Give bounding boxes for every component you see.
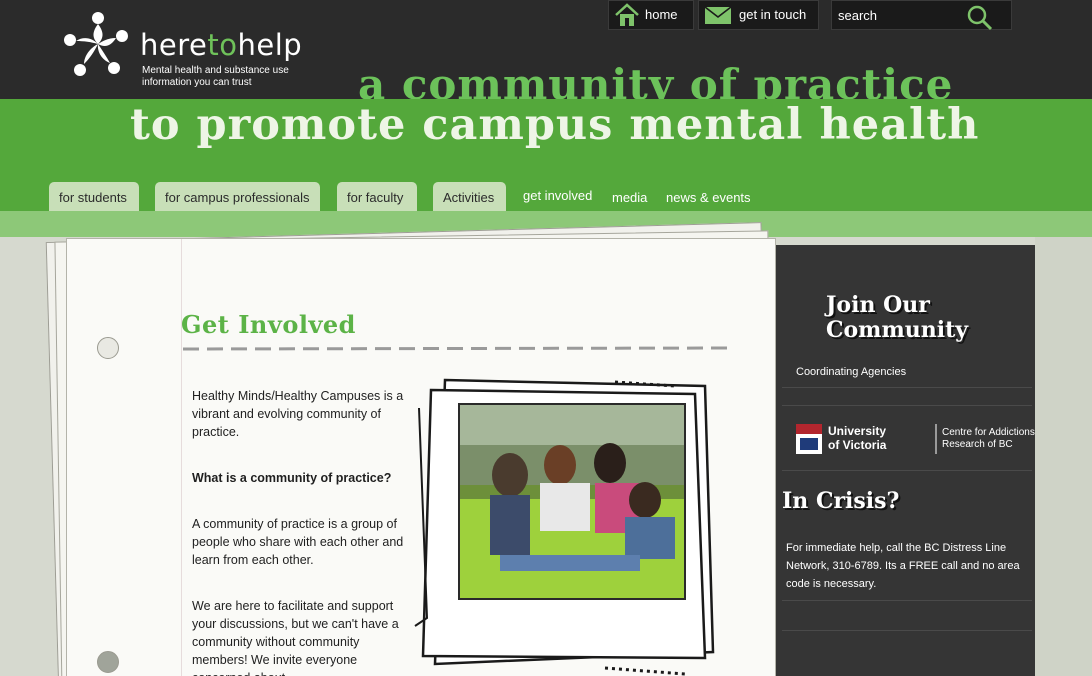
sidebar-divider (782, 600, 1032, 601)
get-in-touch-link[interactable]: get in touch (698, 0, 819, 30)
binder-hole-icon (97, 337, 119, 359)
logo-tagline: Mental health and substance use informat… (142, 65, 289, 88)
home-link[interactable]: home (608, 0, 694, 30)
coordinating-agencies-label: Coordinating Agencies (796, 366, 907, 378)
notebook-margin-line (181, 239, 182, 676)
site-header: heretohelp Mental health and substance u… (0, 0, 1092, 99)
sidebar-divider (782, 405, 1032, 406)
tab-activities[interactable]: Activities (433, 182, 506, 211)
tagline-top: a community of practice (358, 62, 954, 99)
crisis-line-text: For immediate help, call the BC Distress… (786, 542, 1020, 590)
tab-for-campus-professionals[interactable]: for campus professionals (155, 182, 320, 211)
heretohelp-logo[interactable]: heretohelp Mental health and substance u… (62, 8, 322, 92)
intro-paragraph: Healthy Minds/Healthy Campuses is a vibr… (192, 389, 404, 439)
nav-news-events[interactable]: news & events (666, 184, 751, 213)
binder-hole-icon (97, 651, 119, 673)
envelope-icon (704, 6, 732, 24)
home-icon (615, 3, 639, 26)
get-in-touch-label: get in touch (739, 7, 807, 22)
invitation-paragraph: We are here to facilitate and support yo… (192, 599, 399, 676)
page-title: Get Involved (181, 310, 356, 339)
question-heading: What is a community of practice? (192, 471, 392, 485)
dashed-divider (183, 346, 727, 351)
home-label: home (645, 7, 678, 22)
people-circle-logo-icon (64, 12, 128, 76)
tab-for-faculty[interactable]: for faculty (337, 182, 417, 211)
tab-for-students[interactable]: for students (49, 182, 139, 211)
uvic-carbc-logo[interactable]: University of Victoria Centre for Addict… (794, 420, 1035, 458)
sidebar-divider (782, 630, 1032, 631)
students-photo (458, 403, 686, 600)
logo-wordmark: heretohelp (140, 28, 303, 62)
join-community-heading[interactable]: Join Our Community (826, 293, 968, 343)
tagline-bottom: to promote campus mental health (130, 100, 980, 150)
search-input[interactable] (838, 5, 958, 25)
in-crisis-heading: In Crisis? (782, 488, 900, 514)
nav-get-involved[interactable]: get involved (523, 182, 592, 211)
sidebar-edge (1035, 237, 1092, 676)
carbc-wordmark: Centre for Addictions Research of BC (942, 427, 1035, 450)
sidebar-divider (782, 387, 1032, 388)
nav-media[interactable]: media (612, 184, 647, 213)
sidebar-divider (782, 470, 1032, 471)
magnifier-icon[interactable] (961, 3, 999, 31)
search-box (831, 0, 1012, 31)
students-on-grass-image (460, 405, 684, 598)
definition-paragraph: A community of practice is a group of pe… (192, 517, 404, 567)
uvic-wordmark: University of Victoria (828, 424, 887, 452)
